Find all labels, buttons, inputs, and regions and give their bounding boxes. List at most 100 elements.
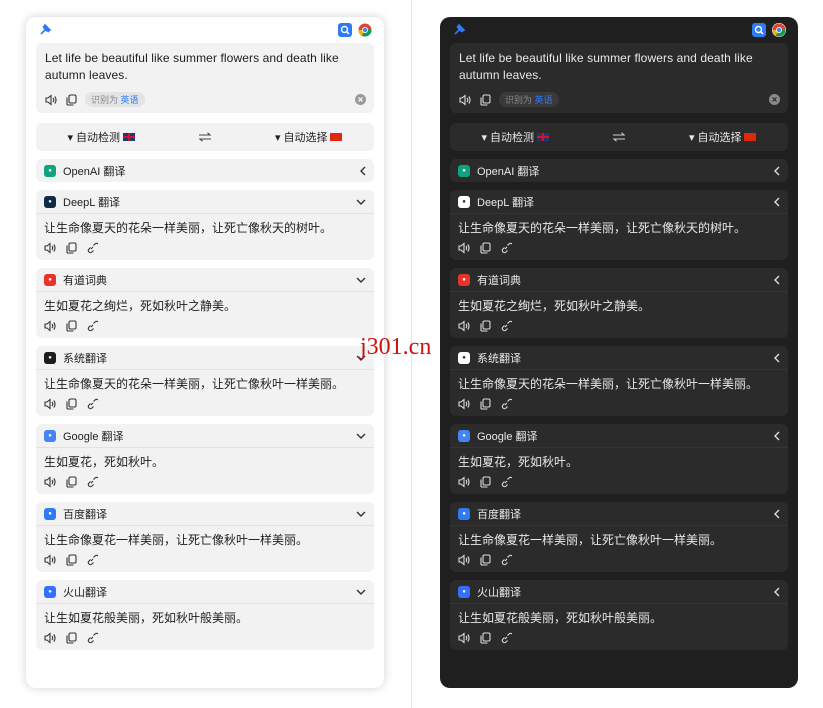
link-icon[interactable] — [500, 554, 512, 566]
copy-icon[interactable] — [66, 93, 77, 106]
source-language-select[interactable]: ▾ 自动检测 — [481, 129, 550, 145]
translation-text[interactable]: 生如夏花之绚烂，死如秋叶之静美。 — [44, 298, 366, 314]
detected-language-badge[interactable]: 识别为 英语 — [85, 92, 145, 107]
service-header[interactable]: ● OpenAI 翻译 — [36, 159, 374, 182]
service-header[interactable]: ● 火山翻译 — [36, 580, 374, 604]
link-icon[interactable] — [500, 398, 512, 410]
copy-icon[interactable] — [66, 242, 77, 254]
swap-languages-button[interactable] — [612, 132, 626, 142]
service-header[interactable]: ● DeepL 翻译 — [36, 190, 374, 214]
service-header[interactable]: ● 系统翻译 — [450, 346, 788, 370]
chevron-left-icon[interactable] — [774, 353, 780, 363]
chevron-left-icon[interactable] — [774, 166, 780, 176]
source-text[interactable]: Let life be beautiful like summer flower… — [459, 50, 779, 84]
link-icon[interactable] — [86, 242, 98, 254]
pin-icon[interactable] — [38, 23, 52, 37]
clear-icon[interactable] — [355, 94, 366, 105]
chevron-down-icon[interactable] — [356, 277, 366, 283]
speaker-icon[interactable] — [45, 93, 58, 106]
translation-text[interactable]: 让生如夏花般美丽，死如秋叶般美丽。 — [44, 610, 366, 626]
speaker-icon[interactable] — [44, 242, 57, 254]
quick-search-icon[interactable] — [338, 23, 352, 37]
copy-icon[interactable] — [66, 632, 77, 644]
service-header[interactable]: ● DeepL 翻译 — [450, 190, 788, 214]
pin-icon[interactable] — [452, 23, 466, 37]
source-text-box[interactable]: Let life be beautiful like summer flower… — [36, 43, 374, 113]
target-language-select[interactable]: ▾ 自动选择 — [275, 129, 343, 145]
service-result: 让生命像夏天的花朵一样美丽，让死亡像秋天的树叶。 — [36, 214, 374, 260]
translation-text[interactable]: 让生命像夏天的花朵一样美丽，让死亡像秋天的树叶。 — [458, 220, 780, 236]
link-icon[interactable] — [86, 476, 98, 488]
service-header[interactable]: ● 有道词典 — [450, 268, 788, 292]
speaker-icon[interactable] — [458, 476, 471, 488]
translation-text[interactable]: 生如夏花，死如秋叶。 — [44, 454, 366, 470]
link-icon[interactable] — [500, 320, 512, 332]
speaker-icon[interactable] — [44, 320, 57, 332]
copy-icon[interactable] — [480, 93, 491, 106]
service-header[interactable]: ● 系统翻译 — [36, 346, 374, 370]
target-language-select[interactable]: ▾ 自动选择 — [689, 129, 757, 145]
speaker-icon[interactable] — [44, 398, 57, 410]
service-header[interactable]: ● Google 翻译 — [450, 424, 788, 448]
swap-languages-button[interactable] — [198, 132, 212, 142]
copy-icon[interactable] — [66, 476, 77, 488]
source-text[interactable]: Let life be beautiful like summer flower… — [45, 50, 365, 84]
source-text-box[interactable]: Let life be beautiful like summer flower… — [450, 43, 788, 113]
chrome-icon[interactable] — [358, 23, 372, 37]
translation-text[interactable]: 让生命像夏天的花朵一样美丽，让死亡像秋叶一样美丽。 — [44, 376, 366, 392]
copy-icon[interactable] — [480, 320, 491, 332]
copy-icon[interactable] — [66, 320, 77, 332]
link-icon[interactable] — [86, 320, 98, 332]
service-header[interactable]: ● 有道词典 — [36, 268, 374, 292]
chevron-left-icon[interactable] — [774, 431, 780, 441]
detected-language-badge[interactable]: 识别为 英语 — [499, 92, 559, 107]
speaker-icon[interactable] — [44, 476, 57, 488]
speaker-icon[interactable] — [458, 320, 471, 332]
translation-text[interactable]: 让生命像夏花一样美丽，让死亡像秋叶一样美丽。 — [44, 532, 366, 548]
speaker-icon[interactable] — [458, 398, 471, 410]
translation-text[interactable]: 让生命像夏花一样美丽，让死亡像秋叶一样美丽。 — [458, 532, 780, 548]
translation-text[interactable]: 让生命像夏天的花朵一样美丽，让死亡像秋叶一样美丽。 — [458, 376, 780, 392]
chevron-left-icon[interactable] — [360, 166, 366, 176]
chevron-down-icon[interactable] — [356, 511, 366, 517]
service-header[interactable]: ● OpenAI 翻译 — [450, 159, 788, 182]
speaker-icon[interactable] — [458, 554, 471, 566]
chevron-left-icon[interactable] — [774, 587, 780, 597]
service-header[interactable]: ● Google 翻译 — [36, 424, 374, 448]
link-icon[interactable] — [86, 398, 98, 410]
chrome-icon[interactable] — [772, 23, 786, 37]
link-icon[interactable] — [500, 632, 512, 644]
translation-text[interactable]: 生如夏花，死如秋叶。 — [458, 454, 780, 470]
link-icon[interactable] — [500, 242, 512, 254]
copy-icon[interactable] — [480, 476, 491, 488]
chevron-down-icon[interactable] — [356, 433, 366, 439]
translation-text[interactable]: 生如夏花之绚烂，死如秋叶之静美。 — [458, 298, 780, 314]
link-icon[interactable] — [86, 554, 98, 566]
service-header[interactable]: ● 百度翻译 — [450, 502, 788, 526]
service-header[interactable]: ● 火山翻译 — [450, 580, 788, 604]
service-header[interactable]: ● 百度翻译 — [36, 502, 374, 526]
copy-icon[interactable] — [66, 554, 77, 566]
copy-icon[interactable] — [480, 242, 491, 254]
link-icon[interactable] — [500, 476, 512, 488]
speaker-icon[interactable] — [458, 242, 471, 254]
clear-icon[interactable] — [769, 94, 780, 105]
copy-icon[interactable] — [480, 398, 491, 410]
copy-icon[interactable] — [480, 554, 491, 566]
copy-icon[interactable] — [66, 398, 77, 410]
chevron-left-icon[interactable] — [774, 275, 780, 285]
link-icon[interactable] — [86, 632, 98, 644]
chevron-left-icon[interactable] — [774, 197, 780, 207]
chevron-down-icon[interactable] — [356, 589, 366, 595]
copy-icon[interactable] — [480, 632, 491, 644]
speaker-icon[interactable] — [458, 632, 471, 644]
translation-text[interactable]: 让生如夏花般美丽，死如秋叶般美丽。 — [458, 610, 780, 626]
chevron-down-icon[interactable] — [356, 199, 366, 205]
speaker-icon[interactable] — [459, 93, 472, 106]
chevron-left-icon[interactable] — [774, 509, 780, 519]
source-language-select[interactable]: ▾ 自动检测 — [67, 129, 136, 145]
translation-text[interactable]: 让生命像夏天的花朵一样美丽，让死亡像秋天的树叶。 — [44, 220, 366, 236]
speaker-icon[interactable] — [44, 632, 57, 644]
speaker-icon[interactable] — [44, 554, 57, 566]
quick-search-icon[interactable] — [752, 23, 766, 37]
